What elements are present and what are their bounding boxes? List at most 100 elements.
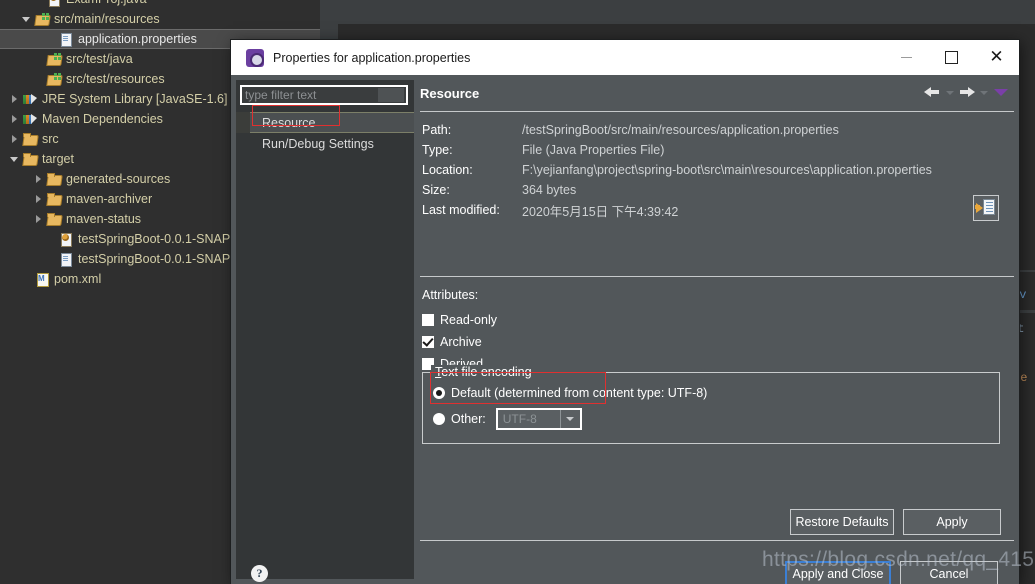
page-title: Resource: [420, 86, 480, 101]
header-divider: [420, 111, 1014, 112]
encoding-default-radio[interactable]: [433, 387, 445, 399]
dialog-nav-item-resource[interactable]: Resource: [236, 112, 414, 133]
encoding-other-radio-row[interactable]: Other: UTF-8: [433, 408, 999, 430]
tree-item-label: application.properties: [78, 32, 197, 46]
footer-divider: [420, 540, 1014, 541]
maven-pom-icon: [34, 272, 50, 287]
tree-item-label: JRE System Library [JavaSE-1.6]: [42, 92, 228, 106]
expand-twisty-icon[interactable]: [34, 194, 44, 204]
apply-button[interactable]: Apply: [903, 509, 1001, 535]
info-key: Last modified:: [422, 203, 500, 217]
close-button[interactable]: ✕: [974, 40, 1019, 75]
tree-item-label: testSpringBoot-0.0.1-SNAPS: [78, 232, 239, 246]
checkbox-archive[interactable]: [422, 336, 434, 348]
minimize-button[interactable]: [884, 40, 929, 75]
properties-gear-icon: [246, 48, 264, 67]
expand-twisty-icon[interactable]: [34, 214, 44, 224]
info-value: File (Java Properties File): [522, 143, 665, 157]
editor-tab-strip: [338, 0, 1035, 24]
back-history-chevron-down-icon[interactable]: [943, 85, 956, 99]
help-icon[interactable]: ?: [251, 565, 268, 582]
checkbox-read-only[interactable]: [422, 314, 434, 326]
encoding-combo-value: UTF-8: [502, 412, 537, 426]
collapse-twisty-icon[interactable]: [22, 14, 32, 24]
encoding-combo[interactable]: UTF-8: [495, 408, 582, 430]
info-key: Location:: [422, 163, 473, 177]
cancel-button[interactable]: Cancel: [900, 561, 998, 584]
close-icon: ✕: [989, 47, 1004, 67]
restore-defaults-button[interactable]: Restore Defaults: [790, 509, 894, 535]
tree-item-label: src/main/resources: [54, 12, 160, 26]
filter-clear-area[interactable]: [378, 88, 404, 102]
expand-twisty-icon[interactable]: [10, 134, 20, 144]
collapse-twisty-icon[interactable]: [10, 154, 20, 164]
tree-item-label: target: [42, 152, 74, 166]
resource-page: Resource Path: /testSpringBoot/src/main/r…: [420, 80, 1014, 584]
properties-dialog: Properties for application.properties ✕ …: [231, 40, 1019, 584]
tree-item-label: ExamProj.java: [66, 0, 147, 6]
apply-and-close-button[interactable]: Apply and Close: [785, 561, 891, 584]
tree-item[interactable]: ExamProj.java: [0, 0, 320, 9]
maximize-button[interactable]: [929, 40, 974, 75]
folder-icon: [22, 132, 38, 146]
dialog-nav-item-label: Run/Debug Settings: [262, 136, 374, 151]
encoding-default-label: Default (determined from content type: U…: [451, 386, 708, 400]
info-value: 364 bytes: [522, 183, 577, 197]
checkbox-label: Read-only: [440, 313, 497, 327]
source-folder-icon: [46, 52, 62, 66]
dialog-nav-item-run-debug-settings[interactable]: Run/Debug Settings: [236, 133, 414, 154]
tree-item-label: src/test/resources: [66, 72, 165, 86]
info-row: Location: F:\yejianfang\project\spring-bo…: [422, 160, 1014, 180]
tree-item[interactable]: src/main/resources: [0, 9, 320, 29]
encoding-other-radio[interactable]: [433, 413, 445, 425]
dialog-nav-item-label: Resource: [262, 115, 316, 130]
info-key: Type:: [422, 143, 453, 157]
tree-item-label: maven-status: [66, 212, 142, 226]
library-icon: [22, 92, 38, 106]
expand-twisty-icon[interactable]: [10, 114, 20, 124]
checkbox-row-read-only[interactable]: Read-only: [422, 309, 1014, 331]
source-folder-icon: [46, 72, 62, 86]
page-header: Resource: [420, 80, 1014, 111]
page-nav-icons: [924, 85, 1010, 99]
back-arrow-icon[interactable]: [924, 85, 941, 99]
encoding-combo-chevron-down-icon[interactable]: [559, 410, 580, 428]
text-file-encoding-group: Text file encoding Default (determined f…: [422, 365, 1000, 444]
forward-history-chevron-down-icon[interactable]: [977, 85, 990, 99]
folder-icon: [46, 212, 62, 226]
checkbox-row-archive[interactable]: Archive: [422, 331, 1014, 353]
expand-twisty-icon[interactable]: [34, 174, 44, 184]
expand-twisty-icon[interactable]: [10, 94, 20, 104]
encoding-default-radio-row[interactable]: Default (determined from content type: U…: [433, 382, 999, 404]
info-key: Path:: [422, 123, 452, 137]
show-in-system-explorer-button[interactable]: [973, 195, 999, 221]
window-controls: ✕: [884, 40, 1019, 75]
tree-item-label: pom.xml: [54, 272, 102, 286]
info-row: Type: File (Java Properties File): [422, 140, 1014, 160]
dialog-nav-list[interactable]: Resource Run/Debug Settings: [236, 112, 414, 154]
forward-arrow-icon[interactable]: [958, 85, 975, 99]
dialog-body: Resource Run/Debug Settings Resource Path…: [231, 75, 1019, 584]
page-button-row: Restore Defaults Apply: [790, 509, 1001, 535]
file-icon: [58, 32, 74, 47]
jar-file-icon: [58, 232, 74, 247]
tree-item-label: generated-sources: [66, 172, 171, 186]
info-row: Size: 364 bytes: [422, 180, 1014, 200]
filter-triangle-icon[interactable]: [992, 85, 1010, 99]
java-file-icon: [46, 0, 62, 7]
info-value: 2020年5月15日 下午4:39:42: [522, 204, 679, 219]
encoding-other-label: Other:: [451, 412, 486, 426]
filter-input[interactable]: [242, 88, 378, 102]
encoding-group-legend: Text file encoding: [431, 365, 536, 379]
attributes-section: Attributes: Read-only Archive Derived: [422, 288, 1014, 375]
info-value: /testSpringBoot/src/main/resources/appli…: [522, 123, 839, 137]
screen: rv at re ExamProj.javasrc/main/resources…: [0, 0, 1035, 584]
info-row: Path: /testSpringBoot/src/main/resources/…: [422, 120, 1014, 140]
filter-box[interactable]: [240, 85, 408, 105]
tree-item-label: src: [42, 132, 59, 146]
dialog-title: Properties for application.properties: [273, 50, 471, 65]
